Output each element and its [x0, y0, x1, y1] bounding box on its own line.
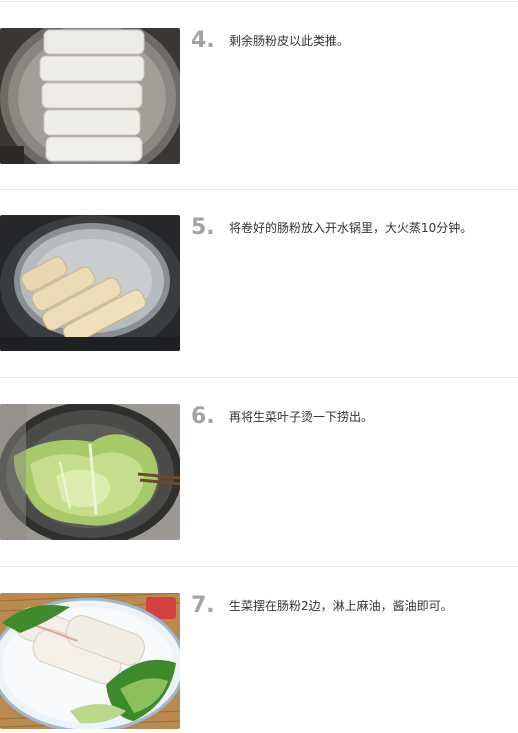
step-6-text: 再将生菜叶子烫一下捞出。: [229, 410, 374, 424]
step-4: 4. 剩余肠粉皮以此类推。: [0, 28, 518, 168]
step-7-number: 7.: [191, 593, 215, 618]
step-4-number: 4.: [191, 28, 215, 53]
step-7-text: 生菜摆在肠粉2边，淋上麻油，酱油即可。: [229, 599, 453, 613]
step-4-photo: [0, 28, 180, 164]
divider-2: [0, 377, 518, 378]
step-5: 5. 将卷好的肠粉放入开水锅里，大火蒸10分钟。: [0, 215, 518, 355]
top-divider: [0, 1, 518, 2]
step-6-photo: [0, 404, 180, 540]
step-5-number: 5.: [191, 215, 215, 240]
step-7: 7. 生菜摆在肠粉2边，淋上麻油，酱油即可。: [0, 593, 518, 733]
step-7-photo: [0, 593, 180, 729]
divider-3: [0, 566, 518, 567]
step-6: 6. 再将生菜叶子烫一下捞出。: [0, 404, 518, 544]
step-4-text: 剩余肠粉皮以此类推。: [229, 34, 350, 48]
step-6-number: 6.: [191, 404, 215, 429]
step-5-photo: [0, 215, 180, 351]
divider-1: [0, 189, 518, 190]
step-5-text: 将卷好的肠粉放入开水锅里，大火蒸10分钟。: [229, 221, 473, 235]
